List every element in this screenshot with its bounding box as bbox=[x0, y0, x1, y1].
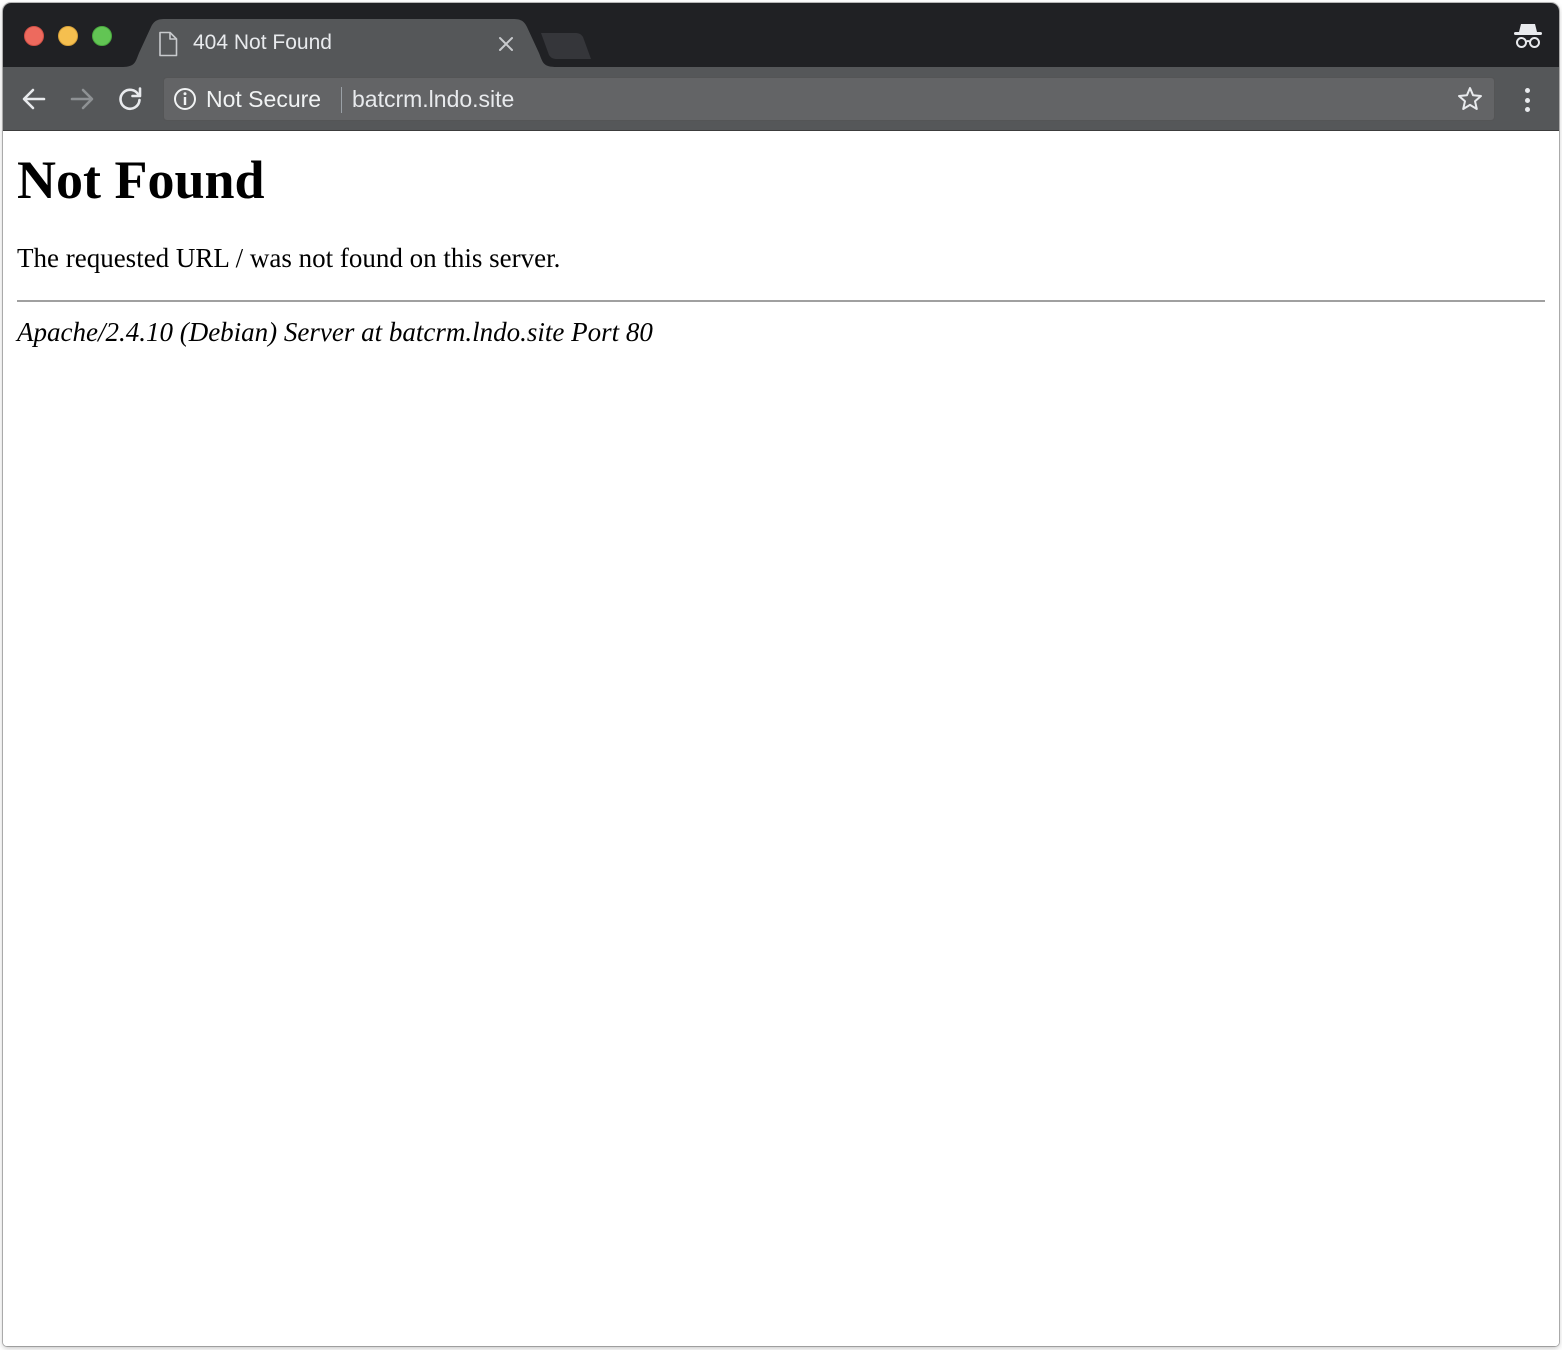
tab-strip: 404 Not Found bbox=[3, 3, 1559, 67]
server-signature: Apache/2.4.10 (Debian) Server at batcrm.… bbox=[17, 317, 653, 347]
url-text[interactable]: batcrm.lndo.site bbox=[352, 85, 514, 113]
forward-arrow-icon bbox=[70, 88, 94, 110]
browser-window: 404 Not Found Not Secure batcrm.lndo.sit… bbox=[3, 3, 1559, 1346]
menu-dot bbox=[1524, 88, 1530, 93]
horizontal-rule bbox=[17, 300, 1545, 302]
tab-active[interactable]: 404 Not Found bbox=[121, 19, 557, 67]
omnibox-divider bbox=[341, 87, 342, 113]
more-vert-icon[interactable] bbox=[1515, 85, 1539, 115]
back-arrow-icon bbox=[22, 88, 46, 110]
new-tab-button[interactable] bbox=[535, 31, 593, 61]
back-button[interactable] bbox=[18, 83, 50, 115]
tab-title: 404 Not Found bbox=[193, 31, 332, 54]
forward-button[interactable] bbox=[66, 83, 98, 115]
window-minimize-button[interactable] bbox=[58, 26, 78, 46]
tab-background bbox=[121, 19, 557, 67]
close-icon bbox=[499, 37, 513, 51]
reload-icon bbox=[119, 87, 142, 111]
reload-button[interactable] bbox=[114, 83, 146, 115]
address-bar[interactable]: Not Secure batcrm.lndo.site bbox=[163, 77, 1495, 121]
error-message: The requested URL / was not found on thi… bbox=[17, 243, 561, 273]
page-content: Not Found The requested URL / was not fo… bbox=[3, 132, 1559, 1346]
menu-dot bbox=[1524, 97, 1530, 103]
file-icon bbox=[159, 31, 178, 57]
info-icon[interactable] bbox=[173, 87, 197, 111]
toolbar: Not Secure batcrm.lndo.site bbox=[3, 67, 1559, 131]
menu-dot bbox=[1524, 107, 1530, 112]
security-status-label[interactable]: Not Secure bbox=[206, 85, 321, 113]
window-maximize-button[interactable] bbox=[92, 26, 112, 46]
page-heading: Not Found bbox=[17, 150, 265, 210]
incognito-icon bbox=[1514, 24, 1542, 48]
window-close-button[interactable] bbox=[24, 26, 44, 46]
tab-close-button[interactable] bbox=[495, 33, 517, 55]
star-icon[interactable] bbox=[1456, 85, 1484, 113]
